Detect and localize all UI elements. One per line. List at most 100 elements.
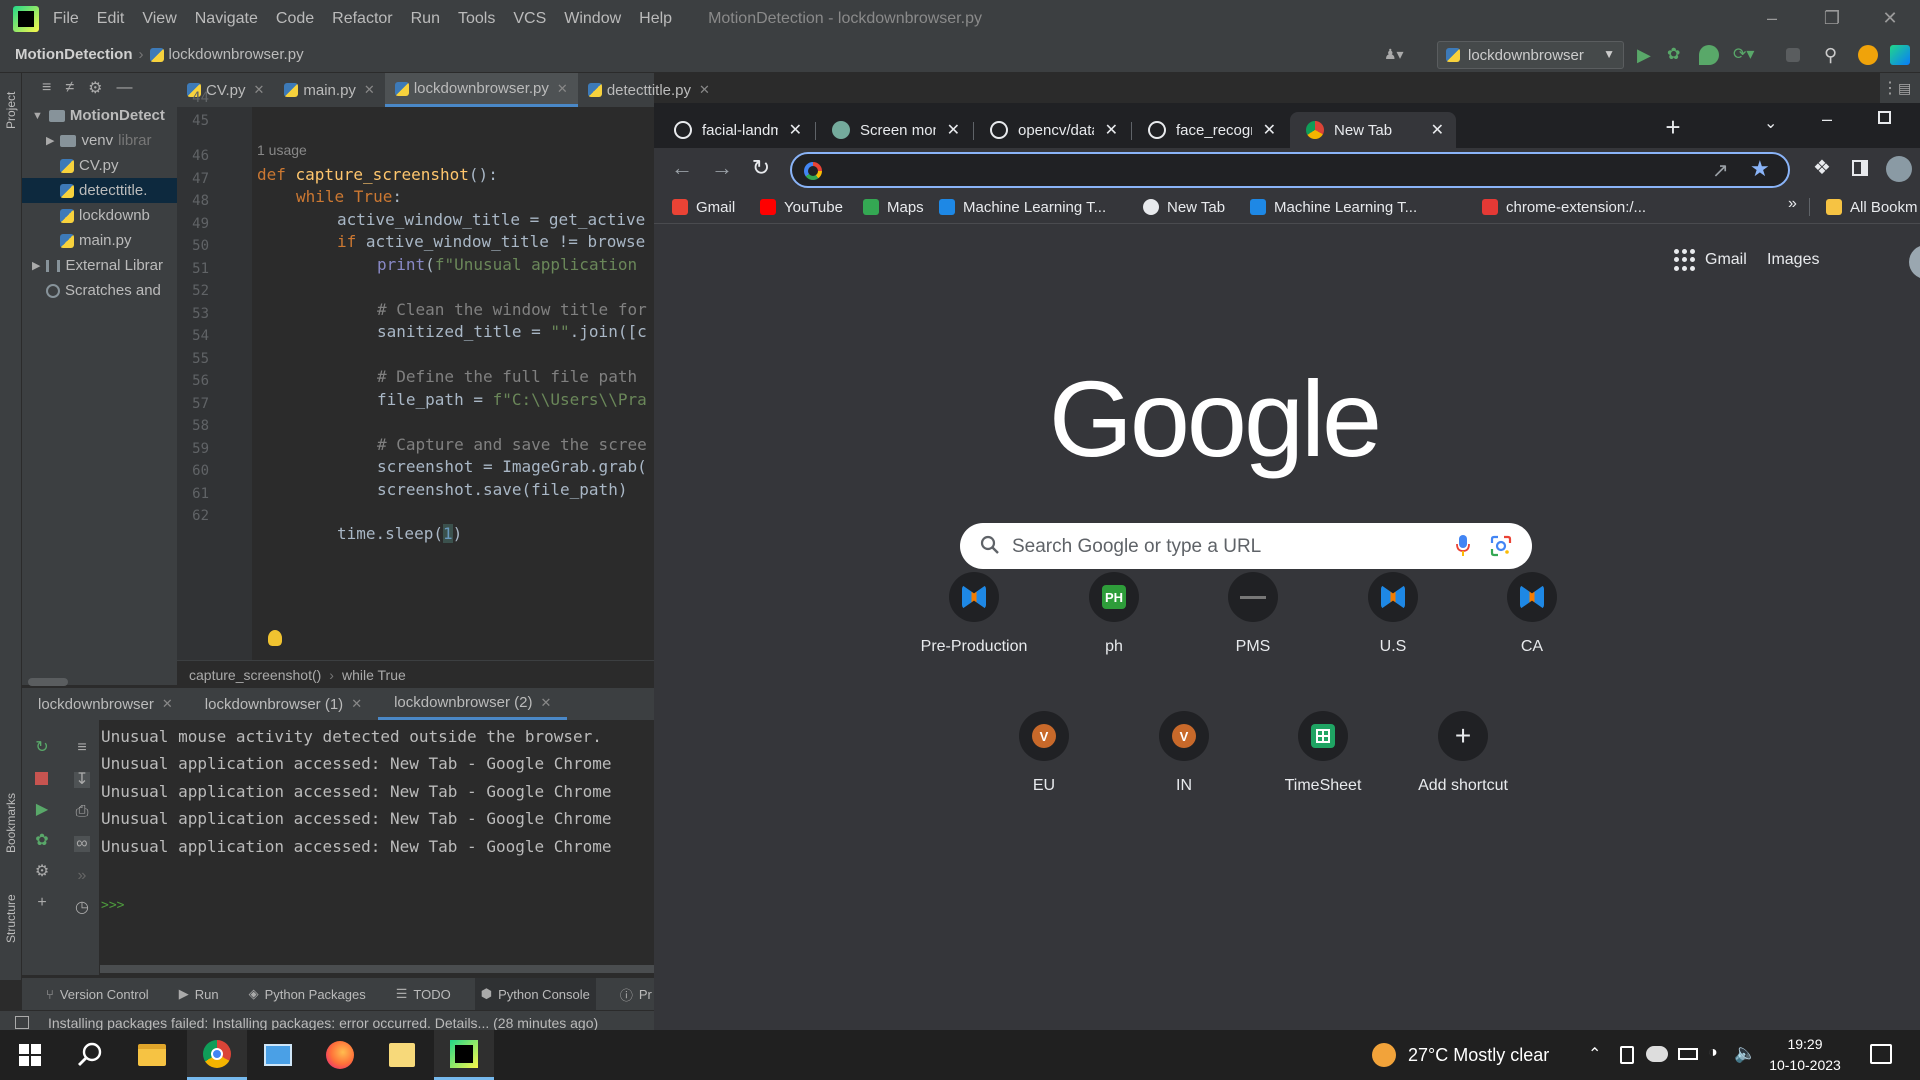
- tool-window-button[interactable]: ⬢ Python Console: [474, 978, 596, 1010]
- battery-icon[interactable]: [1678, 1048, 1698, 1060]
- tree-item[interactable]: Scratches and: [22, 278, 177, 303]
- expand-all-icon[interactable]: ≡: [42, 79, 51, 97]
- bookmark-item[interactable]: Maps: [863, 196, 924, 218]
- minimize-icon[interactable]: –: [1744, 0, 1800, 37]
- console-tab[interactable]: lockdownbrowser (2) ✕: [378, 688, 568, 720]
- lightbulb-icon[interactable]: [268, 630, 282, 646]
- console-scrollbar[interactable]: [100, 965, 654, 973]
- console-output[interactable]: Unusual mouse activity detected outside …: [100, 720, 654, 967]
- close-tab-icon[interactable]: ✕: [162, 696, 173, 712]
- more-vertical-icon[interactable]: ⋮: [1882, 78, 1898, 98]
- all-bookmarks-folder[interactable]: All Bookm: [1826, 196, 1918, 218]
- tool-window-button[interactable]: ⑂ Version Control: [40, 978, 155, 1010]
- file-explorer-icon[interactable]: [122, 1030, 182, 1080]
- close-tab-icon[interactable]: ✕: [1431, 120, 1444, 140]
- bookmark-item[interactable]: YouTube: [760, 196, 843, 218]
- close-tab-icon[interactable]: ✕: [1263, 120, 1276, 140]
- execute-icon[interactable]: ▶: [34, 802, 50, 818]
- bookmark-star-icon[interactable]: ★: [1750, 156, 1770, 182]
- firefox-icon[interactable]: [310, 1030, 370, 1080]
- folder-icon[interactable]: [372, 1030, 432, 1080]
- browser-tab[interactable]: New Tab ✕: [1290, 112, 1456, 148]
- bookmark-item[interactable]: New Tab: [1143, 196, 1225, 218]
- tree-item[interactable]: CV.py: [22, 153, 177, 178]
- menu-view[interactable]: View: [142, 10, 176, 28]
- search-icon[interactable]: ⚲: [1824, 45, 1844, 65]
- menu-navigate[interactable]: Navigate: [195, 10, 258, 28]
- pycharm-icon[interactable]: [434, 1030, 494, 1080]
- profile-avatar[interactable]: [1886, 156, 1912, 182]
- editor-tab[interactable]: lockdownbrowser.py ✕: [384, 73, 578, 107]
- more-icon[interactable]: »: [74, 868, 90, 884]
- gear-icon[interactable]: ⚙: [88, 78, 102, 98]
- project-scrollbar[interactable]: [28, 678, 68, 686]
- soft-wrap-icon[interactable]: ≡: [74, 740, 90, 756]
- close-tab-icon[interactable]: ✕: [699, 82, 710, 98]
- browser-tab[interactable]: face_recognition ✕: [1132, 112, 1288, 148]
- tool-window-button[interactable]: ▶ Run: [173, 978, 225, 1010]
- images-link[interactable]: Images: [1767, 251, 1819, 269]
- bookmark-item[interactable]: Machine Learning T...: [1250, 196, 1417, 218]
- clock[interactable]: 19:29 10-10-2023: [1760, 1034, 1850, 1076]
- close-tab-icon[interactable]: ✕: [351, 696, 362, 712]
- menu-window[interactable]: Window: [564, 10, 621, 28]
- usage-hint[interactable]: 1 usage: [257, 142, 307, 158]
- volume-icon[interactable]: 🔈: [1734, 1043, 1756, 1064]
- history-icon[interactable]: ◷: [74, 900, 90, 916]
- code-editor[interactable]: 1 usage def capture_screenshot(): while …: [252, 107, 654, 660]
- stop-icon[interactable]: [1786, 48, 1800, 62]
- shortcut-tile[interactable]: TimeSheet: [1267, 711, 1379, 823]
- show-variables-icon[interactable]: ∞: [74, 836, 90, 852]
- close-tab-icon[interactable]: ✕: [540, 695, 551, 711]
- shortcut-tile[interactable]: + Add shortcut: [1407, 711, 1519, 823]
- new-tab-button[interactable]: +: [1657, 111, 1689, 143]
- console-prompt[interactable]: >>>: [101, 898, 124, 913]
- chevron-up-icon[interactable]: ⌃: [1588, 1044, 1601, 1064]
- restore-icon[interactable]: ❐: [1804, 0, 1860, 37]
- close-tab-icon[interactable]: ✕: [1105, 120, 1118, 140]
- shortcut-tile[interactable]: PMS: [1197, 572, 1309, 684]
- stop-icon[interactable]: [34, 771, 50, 787]
- tab-search-icon[interactable]: ⌄: [1764, 113, 1777, 133]
- console-tab[interactable]: lockdownbrowser ✕: [22, 688, 189, 720]
- status-message[interactable]: Installing packages failed: Installing p…: [48, 1015, 598, 1031]
- hide-panel-icon[interactable]: —: [116, 79, 132, 97]
- close-tab-icon[interactable]: ✕: [947, 120, 960, 140]
- menu-code[interactable]: Code: [276, 10, 314, 28]
- menu-vcs[interactable]: VCS: [513, 10, 546, 28]
- breadcrumb-project[interactable]: MotionDetection: [15, 46, 133, 63]
- tree-item[interactable]: ▼ MotionDetect: [22, 103, 177, 128]
- print-icon[interactable]: ⎙: [74, 804, 90, 820]
- share-icon[interactable]: ↗: [1712, 158, 1729, 183]
- device-icon[interactable]: [1620, 1046, 1634, 1064]
- run-icon[interactable]: ▶: [1637, 45, 1657, 65]
- menu-help[interactable]: Help: [639, 10, 672, 28]
- new-console-icon[interactable]: +: [34, 895, 50, 911]
- menu-file[interactable]: File: [53, 10, 79, 28]
- forward-icon[interactable]: →: [710, 156, 734, 180]
- tree-item[interactable]: lockdownb: [22, 203, 177, 228]
- project-tool-label[interactable]: Project: [4, 92, 18, 129]
- windows-start-icon[interactable]: [0, 1030, 60, 1080]
- weather-widget[interactable]: 27°C Mostly clear: [1372, 1042, 1549, 1068]
- bookmark-item[interactable]: Machine Learning T...: [939, 196, 1106, 218]
- shortcut-tile[interactable]: U.S: [1337, 572, 1449, 684]
- panel-toggle-icon[interactable]: [15, 1016, 29, 1029]
- google-apps-icon[interactable]: [1674, 249, 1696, 271]
- menu-run[interactable]: Run: [411, 10, 440, 28]
- debug-icon[interactable]: ✿: [34, 833, 50, 849]
- chrome-icon[interactable]: [187, 1030, 247, 1080]
- editor-tab[interactable]: main.py ✕: [274, 73, 384, 107]
- tool-window-button[interactable]: ◈ Python Packages: [243, 978, 372, 1010]
- jetbrains-ai-icon[interactable]: [1890, 45, 1910, 65]
- shortcut-tile[interactable]: Pre-Production: [918, 572, 1030, 684]
- maximize-icon[interactable]: [1878, 111, 1891, 124]
- run-configuration-select[interactable]: lockdownbrowser ▼: [1437, 41, 1624, 69]
- menu-refactor[interactable]: Refactor: [332, 10, 392, 28]
- user-icon[interactable]: ♟▾: [1384, 46, 1412, 64]
- chevron-right-icon[interactable]: ▶: [32, 259, 40, 272]
- notification-center-icon[interactable]: [1870, 1044, 1892, 1064]
- browser-tab[interactable]: opencv/data at r ✕: [974, 112, 1130, 148]
- bookmarks-tool-label[interactable]: Bookmarks: [4, 793, 18, 853]
- tree-item[interactable]: ▶ venv librar: [22, 128, 177, 153]
